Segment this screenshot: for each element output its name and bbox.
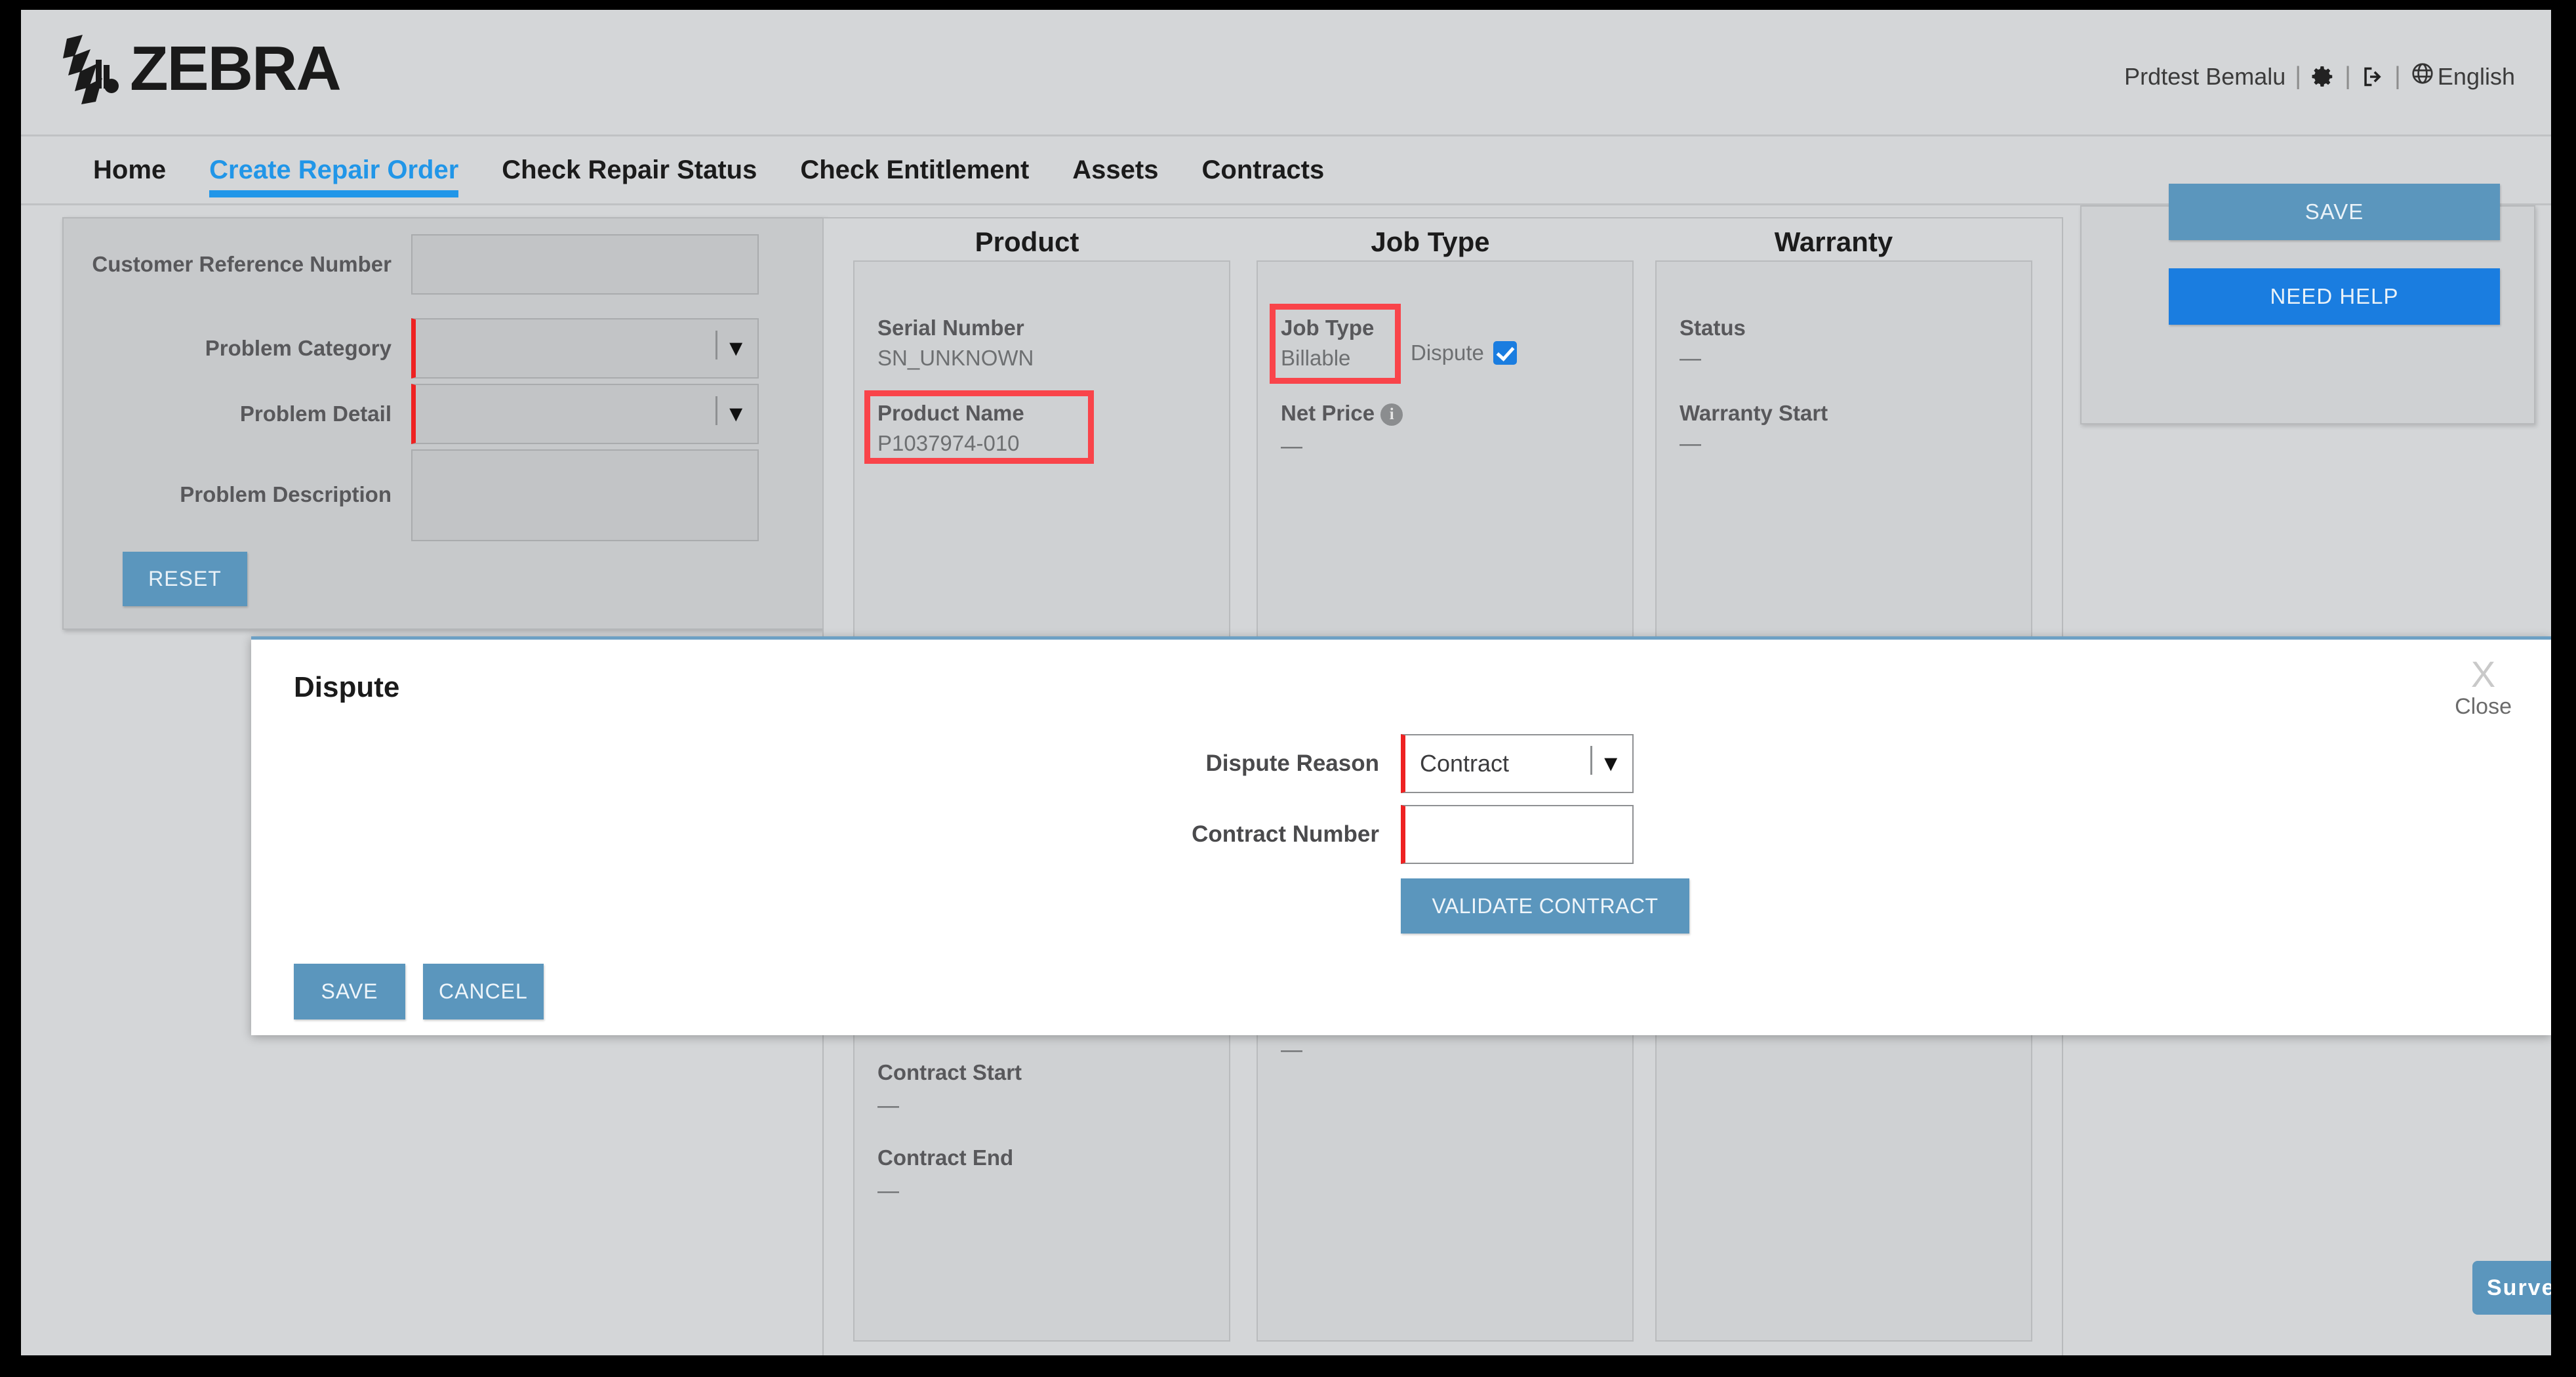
- serial-number-value: SN_UNKNOWN: [877, 346, 1034, 370]
- warranty-status-value: —: [1680, 346, 1701, 370]
- modal-title: Dispute: [294, 671, 400, 703]
- product-name-highlight: [864, 390, 1094, 464]
- page-body: Customer Reference Number Problem Catego…: [21, 184, 2551, 1355]
- modal-cancel-button[interactable]: CANCEL: [423, 964, 544, 1019]
- net-price-label-text: Net Price: [1281, 401, 1375, 425]
- divider-1: |: [2295, 62, 2302, 90]
- language-selector[interactable]: English: [2410, 61, 2515, 92]
- dispute-reason-value: Contract: [1420, 750, 1510, 777]
- panel-title-job-type: Job Type: [1371, 226, 1490, 257]
- problem-description-textarea[interactable]: [411, 449, 759, 541]
- need-help-button-label: NEED HELP: [2270, 284, 2399, 308]
- reset-button[interactable]: RESET: [123, 552, 247, 606]
- dispute-checkbox-label: Dispute: [1411, 340, 1484, 365]
- contract-start-label: Contract Start: [877, 1060, 1022, 1084]
- serial-number-label: Serial Number: [877, 316, 1024, 340]
- divider-3: |: [2394, 62, 2401, 90]
- warranty-status-label: Status: [1680, 316, 1746, 340]
- save-button-label: SAVE: [2304, 199, 2364, 224]
- validate-contract-button[interactable]: VALIDATE CONTRACT: [1401, 878, 1689, 934]
- panel-title-warranty: Warranty: [1774, 226, 1893, 257]
- nav-tab-label: Assets: [1072, 155, 1159, 184]
- nav-tab-contracts[interactable]: Contracts: [1202, 134, 1325, 205]
- reset-button-label: RESET: [148, 567, 222, 590]
- language-label: English: [2437, 62, 2515, 90]
- brand-name: ZEBRA: [130, 33, 342, 104]
- need-help-button[interactable]: NEED HELP: [2169, 268, 2500, 325]
- nav-tab-label: Contracts: [1201, 155, 1325, 184]
- gear-icon[interactable]: [2310, 64, 2335, 89]
- contract-end-value: —: [877, 1178, 899, 1202]
- cutoff-time-value: —: [1281, 1037, 1302, 1061]
- dispute-checkbox-row[interactable]: Dispute: [1411, 340, 1517, 365]
- modal-save-button[interactable]: SAVE: [294, 964, 405, 1019]
- survey-tab[interactable]: Survey: [2472, 1261, 2551, 1315]
- info-icon[interactable]: i: [1380, 403, 1403, 426]
- problem-category-select[interactable]: ▼: [411, 318, 759, 379]
- zebra-logo-icon: [63, 35, 119, 104]
- dispute-modal: Dispute X Close Dispute Reason Contract …: [251, 636, 2551, 1035]
- modal-close-button[interactable]: X Close: [2455, 656, 2512, 718]
- close-icon: X: [2470, 653, 2496, 695]
- nav-tab-create-repair-order[interactable]: Create Repair Order: [209, 134, 459, 205]
- problem-detail-label: Problem Detail: [239, 401, 392, 426]
- chevron-down-icon: ▼: [1590, 746, 1622, 775]
- dispute-checkbox[interactable]: [1493, 341, 1517, 365]
- action-button-card: SAVE NEED HELP: [2080, 184, 2535, 424]
- modal-save-label: SAVE: [321, 979, 378, 1003]
- net-price-label: Net Price i: [1281, 401, 1403, 426]
- nav-tab-assets[interactable]: Assets: [1072, 134, 1158, 205]
- modal-cancel-label: CANCEL: [439, 979, 528, 1003]
- chevron-down-icon: ▼: [715, 396, 747, 425]
- zebra-logo[interactable]: ZEBRA: [60, 30, 342, 108]
- dispute-reason-label: Dispute Reason: [1205, 750, 1380, 776]
- modal-close-label: Close: [2455, 694, 2512, 719]
- nav-tab-check-entitlement[interactable]: Check Entitlement: [800, 134, 1029, 205]
- chevron-down-icon: ▼: [715, 331, 747, 360]
- nav-tab-label: Home: [93, 155, 167, 184]
- warranty-start-value: —: [1680, 431, 1701, 455]
- dispute-reason-select[interactable]: Contract ▼: [1401, 734, 1634, 793]
- logout-icon[interactable]: [2360, 64, 2385, 89]
- brand-header: ZEBRA Prdtest Bemalu | | | English: [21, 10, 2551, 134]
- net-price-value: —: [1281, 434, 1302, 458]
- save-button[interactable]: SAVE: [2169, 184, 2500, 240]
- customer-reference-number-input[interactable]: [411, 234, 759, 295]
- user-name: Prdtest Bemalu: [2124, 62, 2286, 90]
- nav-tab-label: Check Entitlement: [800, 155, 1030, 184]
- browser-viewport: ZEBRA Prdtest Bemalu | | | English Home …: [21, 10, 2551, 1355]
- contract-end-label: Contract End: [877, 1145, 1014, 1170]
- nav-tab-check-repair-status[interactable]: Check Repair Status: [502, 134, 757, 205]
- problem-detail-select[interactable]: ▼: [411, 384, 759, 444]
- problem-category-label: Problem Category: [205, 336, 392, 361]
- contract-start-value: —: [877, 1093, 899, 1117]
- warranty-start-label: Warranty Start: [1680, 401, 1828, 425]
- repair-order-form-card: Customer Reference Number Problem Catego…: [62, 217, 827, 630]
- modal-contract-number-label: Contract Number: [1192, 821, 1379, 847]
- panel-title-product: Product: [975, 226, 1079, 257]
- nav-tab-label: Check Repair Status: [502, 155, 757, 184]
- problem-description-label: Problem Description: [180, 482, 392, 506]
- globe-icon: [2410, 61, 2435, 92]
- divider-2: |: [2345, 62, 2352, 90]
- nav-tab-home[interactable]: Home: [93, 134, 166, 205]
- job-type-highlight: [1270, 304, 1401, 384]
- modal-contract-number-input[interactable]: [1401, 805, 1634, 864]
- nav-tab-label: Create Repair Order: [209, 155, 459, 184]
- survey-tab-label: Survey: [2487, 1275, 2551, 1300]
- customer-reference-number-label: Customer Reference Number: [92, 252, 392, 277]
- validate-contract-label: VALIDATE CONTRACT: [1432, 894, 1659, 918]
- modal-footer: SAVE CANCEL: [294, 964, 544, 1019]
- user-toolbar: Prdtest Bemalu | | | English: [2124, 61, 2515, 92]
